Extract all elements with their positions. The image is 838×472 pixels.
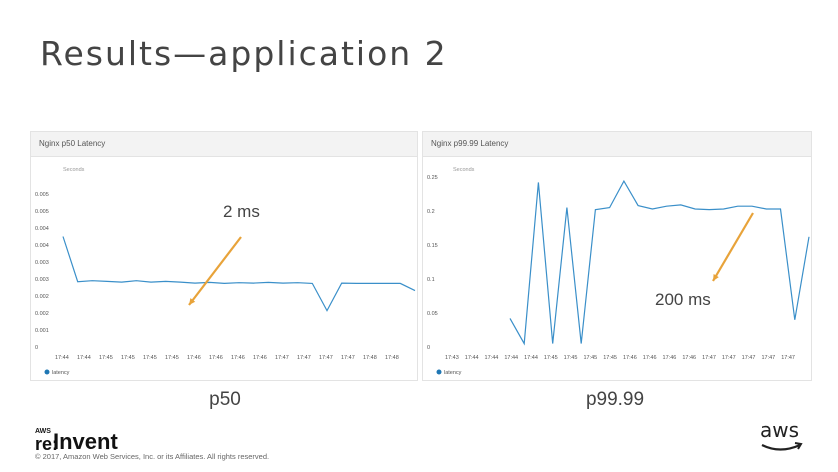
- x-tick-label: 17:44: [55, 355, 69, 361]
- p50-latency-chart: Seconds 0 0.001 0.002 0.002 0.003 0.003 0.004 0.…: [35, 167, 416, 376]
- annotation-arrow-shaft: [188, 236, 242, 306]
- x-tick-label: 17:46: [253, 355, 267, 361]
- x-tick-label: 17:45: [544, 355, 558, 361]
- x-tick-label: 17:46: [682, 355, 696, 361]
- annotation-label: 200 ms: [655, 290, 711, 309]
- x-tick-label: 17:43: [445, 355, 459, 361]
- legend-label: latency: [444, 370, 462, 376]
- x-tick-label: 17:45: [165, 355, 179, 361]
- x-tick-label: 17:47: [722, 355, 736, 361]
- series-line-latency: [62, 236, 416, 312]
- x-tick-label: 17:44: [77, 355, 91, 361]
- x-tick-label: 17:45: [583, 355, 597, 361]
- aws-smile-icon: [761, 442, 803, 451]
- y-tick-label: 0.002: [35, 311, 49, 317]
- y-tick-label: 0.004: [35, 226, 49, 232]
- x-tick-label: 17:45: [121, 355, 135, 361]
- y-axis-unit-label: Seconds: [453, 167, 475, 173]
- x-tick-label: 17:45: [143, 355, 157, 361]
- y-tick-label: 0.15: [427, 243, 438, 249]
- x-tick-label: 17:45: [564, 355, 578, 361]
- y-tick-label: 0: [35, 345, 38, 351]
- p9999-latency-panel: Nginx p99.99 Latency Seconds 0 0.05 0.1 0.15…: [422, 131, 812, 381]
- annotation-arrow-shaft: [712, 212, 754, 282]
- x-tick-label: 17:44: [524, 355, 538, 361]
- series-line-latency: [509, 179, 810, 346]
- slide-title: Results—application 2: [40, 34, 448, 73]
- y-axis-unit-label: Seconds: [63, 167, 85, 173]
- y-tick-label: 0.1: [427, 277, 435, 283]
- caption-p9999: p99.99: [585, 389, 645, 410]
- y-tick-label: 0.002: [35, 294, 49, 300]
- y-tick-label: 0: [427, 345, 430, 351]
- copyright-notice: © 2017, Amazon Web Services, Inc. or its…: [35, 452, 270, 461]
- y-tick-label: 0.003: [35, 277, 49, 283]
- x-tick-label: 17:47: [319, 355, 333, 361]
- caption-p50: p50: [209, 389, 241, 410]
- x-tick-label: 17:46: [623, 355, 637, 361]
- legend-marker: [436, 369, 442, 375]
- legend-label: latency: [52, 370, 70, 376]
- x-tick-label: 17:46: [643, 355, 657, 361]
- x-tick-label: 17:46: [231, 355, 245, 361]
- panel-title: Nginx p99.99 Latency: [423, 132, 811, 157]
- p9999-latency-chart: Seconds 0 0.05 0.1 0.15 0.2 0.25 17:43 17:44 17:4…: [427, 167, 810, 376]
- x-tick-label: 17:46: [187, 355, 201, 361]
- y-tick-label: 0.25: [427, 175, 438, 181]
- x-tick-label: 17:44: [504, 355, 518, 361]
- y-tick-label: 0.005: [35, 209, 49, 215]
- p50-latency-panel: Nginx p50 Latency Seconds 0 0.001 0.002 0.00…: [30, 131, 418, 381]
- x-tick-label: 17:48: [363, 355, 377, 361]
- legend-marker: [44, 369, 50, 375]
- x-tick-label: 17:47: [761, 355, 775, 361]
- x-tick-label: 17:45: [99, 355, 113, 361]
- x-tick-label: 17:44: [485, 355, 499, 361]
- x-tick-label: 17:46: [663, 355, 677, 361]
- x-tick-label: 17:48: [385, 355, 399, 361]
- y-tick-label: 0.2: [427, 209, 435, 215]
- x-tick-label: 17:47: [781, 355, 795, 361]
- x-tick-label: 17:45: [603, 355, 617, 361]
- x-tick-label: 17:47: [702, 355, 716, 361]
- x-tick-label: 17:47: [297, 355, 311, 361]
- y-tick-label: 0.003: [35, 260, 49, 266]
- x-tick-label: 17:44: [465, 355, 479, 361]
- x-tick-label: 17:47: [742, 355, 756, 361]
- annotation-label: 2 ms: [223, 202, 260, 221]
- x-tick-label: 17:46: [209, 355, 223, 361]
- y-tick-label: 0.05: [427, 311, 438, 317]
- aws-logo: aws: [758, 418, 808, 458]
- y-tick-label: 0.004: [35, 243, 49, 249]
- y-tick-label: 0.001: [35, 328, 49, 334]
- x-tick-label: 17:47: [275, 355, 289, 361]
- x-tick-label: 17:47: [341, 355, 355, 361]
- y-tick-label: 0.005: [35, 192, 49, 198]
- panel-title: Nginx p50 Latency: [31, 132, 417, 157]
